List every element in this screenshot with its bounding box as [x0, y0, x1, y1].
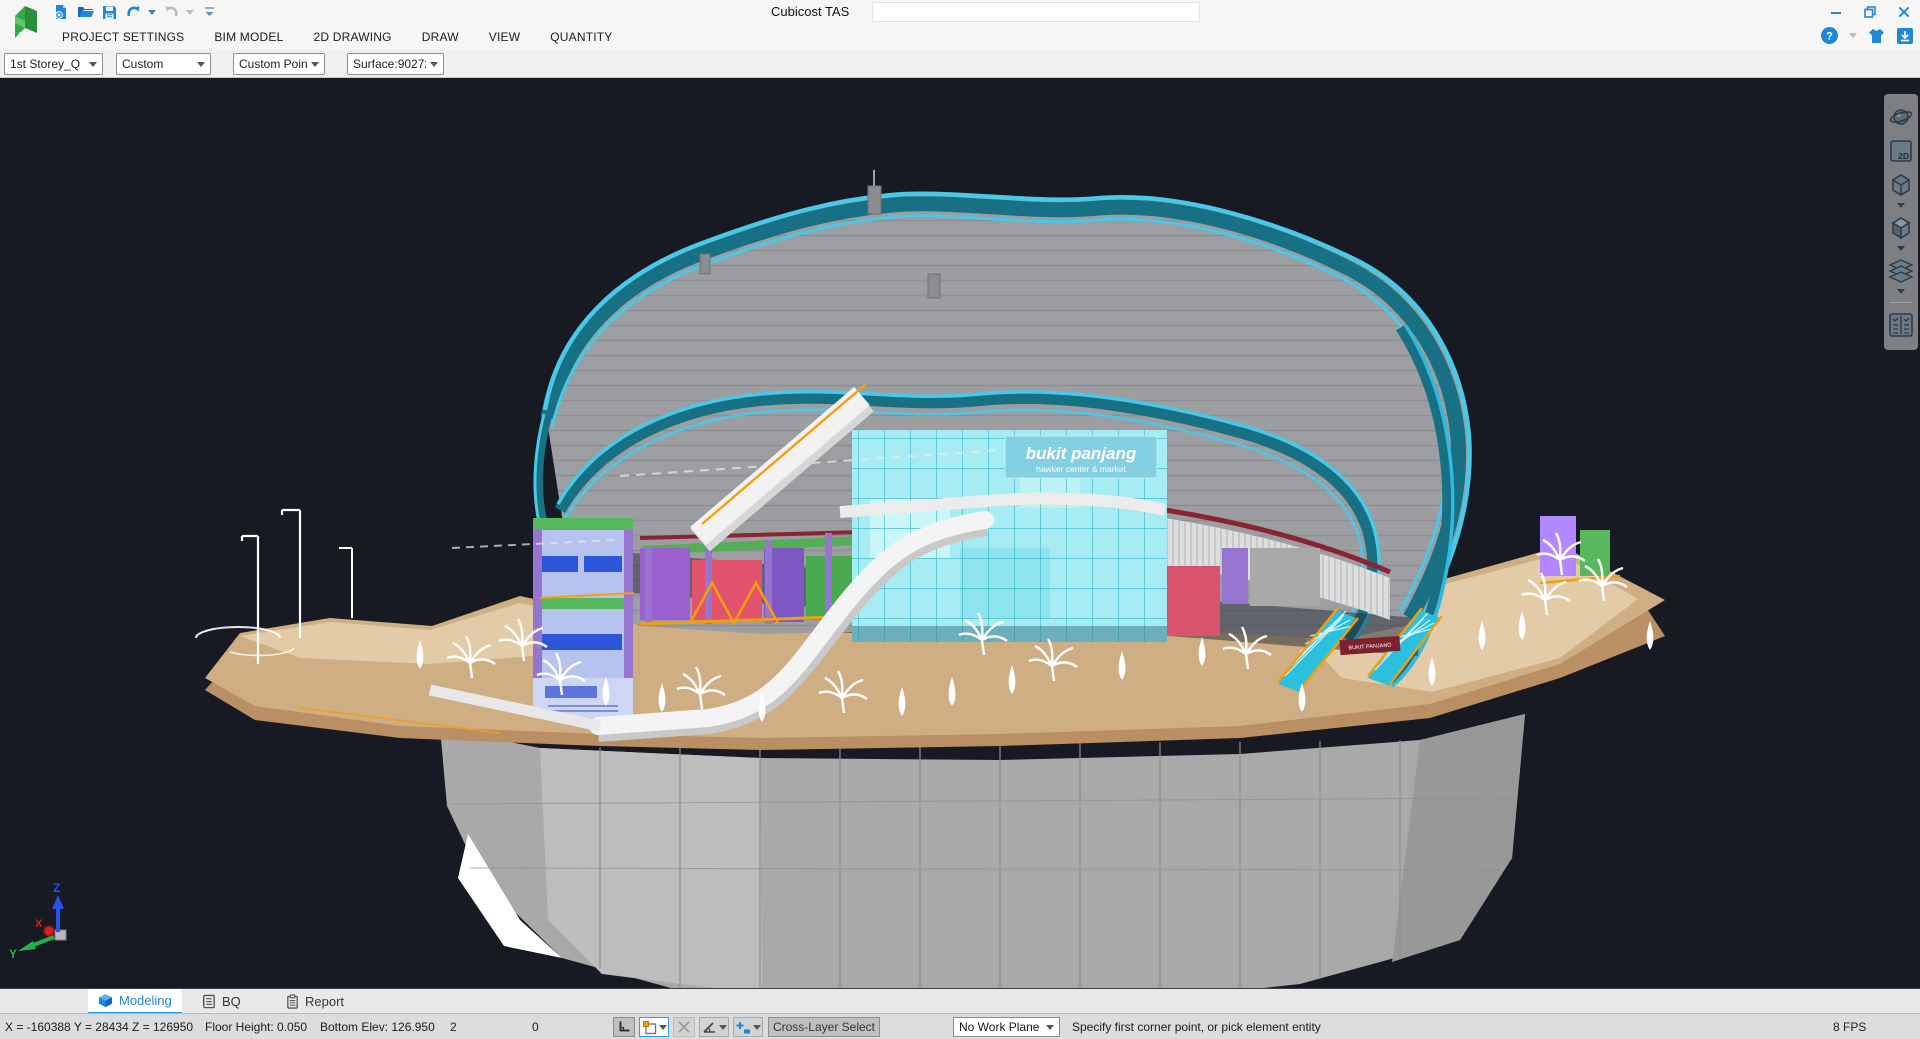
podium-mass [440, 714, 1525, 988]
view-solid-caret[interactable] [1897, 246, 1905, 251]
fps-indicator: 8 FPS [1833, 1020, 1866, 1034]
menu-project-settings[interactable]: PROJECT SETTINGS [62, 30, 184, 44]
add-point-button[interactable] [733, 1017, 763, 1037]
ortho-icon [617, 1020, 631, 1034]
view-2d-icon[interactable]: 2D [1887, 137, 1915, 165]
cursor-coordinates: X = -160388 Y = 28434 Z = 126950 [5, 1020, 193, 1034]
title-bar: Cubicost TAS [0, 0, 1920, 24]
ortho-mode-button[interactable] [613, 1017, 635, 1037]
modeling-cube-icon [98, 993, 113, 1008]
download-update-icon[interactable] [1896, 27, 1914, 45]
menu-draw[interactable]: DRAW [422, 30, 459, 44]
tab-report-label: Report [305, 994, 344, 1009]
view-3d-wireframe-icon[interactable] [1887, 171, 1915, 199]
axis-x-label: X [35, 918, 43, 930]
add-point-icon [735, 1020, 751, 1035]
view-solid-icon[interactable] [1887, 214, 1915, 242]
customize-quick-access-icon[interactable] [200, 3, 218, 21]
axis-z-label: Z [53, 881, 60, 895]
element-filter-select[interactable]: Custom [116, 53, 211, 75]
menu-quantity[interactable]: QUANTITY [550, 30, 612, 44]
skin-icon[interactable] [1867, 27, 1886, 45]
titlebar-field[interactable] [872, 2, 1200, 22]
open-folder-icon[interactable] [76, 3, 94, 21]
view-3d-caret[interactable] [1897, 203, 1905, 208]
command-prompt: Specify first corner point, or pick elem… [1072, 1020, 1321, 1034]
bq-document-icon [202, 994, 216, 1009]
surface-select[interactable]: Surface:90272 [347, 53, 444, 75]
help-icon[interactable]: ? [1820, 26, 1839, 45]
quick-access-toolbar [52, 2, 218, 22]
undo-caret[interactable] [148, 10, 156, 15]
tab-modeling[interactable]: Modeling [88, 989, 182, 1014]
tab-report[interactable]: Report [276, 989, 354, 1014]
view-tools: 2D [1884, 94, 1918, 350]
save-icon[interactable] [100, 3, 118, 21]
close-icon[interactable] [1894, 2, 1914, 22]
tab-bq-label: BQ [222, 994, 241, 1009]
view-tools-separator [1890, 302, 1912, 303]
restore-icon[interactable] [1860, 2, 1880, 22]
viewport-canvas[interactable]: bukit panjang hawker center & market [0, 78, 1920, 988]
add-point-caret[interactable] [753, 1025, 761, 1030]
point-mode-select[interactable]: Custom Point [233, 53, 325, 75]
layers-icon[interactable] [1887, 257, 1915, 285]
new-document-icon[interactable] [52, 3, 70, 21]
disabled-tool-button [673, 1017, 695, 1037]
layers-caret[interactable] [1897, 289, 1905, 294]
tab-modeling-label: Modeling [119, 993, 172, 1008]
cross-layer-select-button[interactable]: Cross-Layer Select [768, 1017, 880, 1037]
work-plane-select[interactable]: No Work Plane [953, 1017, 1060, 1037]
redo-caret[interactable] [186, 10, 194, 15]
snap-mode-button[interactable] [639, 1017, 669, 1037]
menu-bim-model[interactable]: BIM MODEL [214, 30, 283, 44]
work-plane-caret [1046, 1025, 1054, 1030]
help-caret[interactable] [1849, 33, 1857, 38]
axis-y-label: Y [9, 947, 17, 960]
viewport: bukit panjang hawker center & market [0, 78, 1920, 988]
window-title: Cubicost TAS [771, 4, 849, 19]
angle-caret[interactable] [719, 1025, 727, 1030]
count-other: 0 [532, 1020, 539, 1034]
schedule-icon[interactable] [1887, 311, 1915, 339]
svg-text:2D: 2D [1898, 151, 1909, 161]
menu-view[interactable]: VIEW [489, 30, 520, 44]
report-clipboard-icon [286, 994, 299, 1009]
angle-icon [702, 1020, 717, 1034]
angle-snap-button[interactable] [699, 1017, 729, 1037]
status-bar: X = -160388 Y = 28434 Z = 126950 Floor H… [0, 1013, 1920, 1039]
app-logo-icon[interactable] [8, 2, 44, 44]
menu-bar: PROJECT SETTINGS BIM MODEL 2D DRAWING DR… [0, 24, 1920, 50]
minimize-icon[interactable] [1826, 2, 1846, 22]
work-plane-value: No Work Plane [959, 1020, 1039, 1034]
storey-select[interactable]: 1st Storey_Q [4, 53, 103, 75]
cubicost-tas-window: Cubicost TAS PROJECT SETTINGS BIM MODEL … [0, 0, 1920, 1039]
count-selected: 2 [450, 1020, 457, 1034]
bottom-tab-bar: Modeling BQ Report [0, 988, 1920, 1013]
snap-icon [642, 1020, 657, 1035]
svg-text:?: ? [1826, 31, 1833, 43]
axis-gizmo: X Z Y [5, 880, 85, 960]
orbit-icon[interactable] [1887, 103, 1915, 131]
building-sign-line2: hawker center & market [1036, 464, 1126, 474]
redo-icon[interactable] [162, 3, 180, 21]
window-controls [1826, 2, 1914, 22]
undo-icon[interactable] [124, 3, 142, 21]
bottom-elevation: Bottom Elev: 126.950 [320, 1020, 435, 1034]
cross-icon [677, 1020, 691, 1034]
menu-2d-drawing[interactable]: 2D DRAWING [313, 30, 391, 44]
snap-caret[interactable] [659, 1025, 667, 1030]
building-sign-line1: bukit panjang [1026, 444, 1137, 463]
tab-bq[interactable]: BQ [192, 989, 251, 1014]
context-toolbar: 1st Storey_Q Custom Custom Point Surface… [0, 50, 1920, 78]
left-tower [533, 518, 633, 718]
floor-height: Floor Height: 0.050 [205, 1020, 307, 1034]
